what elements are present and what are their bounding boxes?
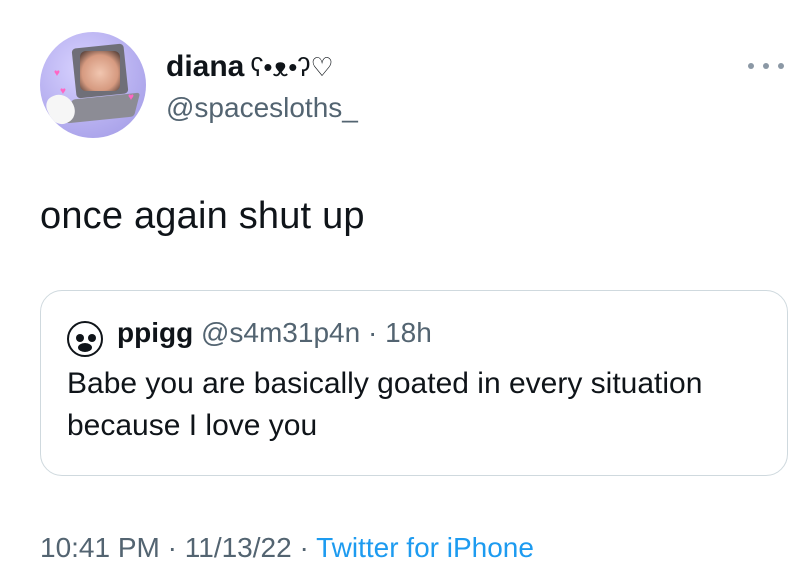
tweet-date[interactable]: 11/13/22 [185, 532, 292, 563]
tweet-card: ♥ ♥ ♥ diana ʕ•ᴥ•ʔ♡ @spacesloths_ once aga… [0, 0, 802, 586]
quoted-tweet[interactable]: ppigg @s4m31p4n · 18h Babe you are basic… [40, 290, 788, 476]
tweet-meta: 10:41 PM · 11/13/22 · Twitter for iPhone [40, 530, 534, 566]
author-name-text: diana [166, 50, 245, 83]
author-handle[interactable]: @spacesloths_ [166, 90, 358, 126]
quoted-text-line: Babe you are basically goated in every s… [67, 367, 703, 400]
tweet-time[interactable]: 10:41 PM [40, 532, 160, 563]
quoted-handle[interactable]: @s4m31p4n [201, 317, 360, 348]
heart-icon: ♥ [60, 86, 66, 97]
quoted-text: Babe you are basically goated in every s… [67, 363, 767, 447]
quoted-timestamp[interactable]: 18h [385, 317, 432, 348]
heart-icon: ♥ [128, 92, 134, 103]
separator: · [167, 532, 177, 563]
ellipsis-icon[interactable] [748, 58, 784, 74]
name-decoration: ʕ•ᴥ•ʔ♡ [250, 52, 334, 82]
pig-avatar-icon[interactable] [67, 321, 103, 357]
quoted-text-line: because I love you [67, 409, 318, 442]
separator: · [299, 532, 309, 563]
heart-icon: ♥ [54, 68, 60, 79]
author-avatar[interactable]: ♥ ♥ ♥ [40, 32, 146, 138]
tweet-text: once again shut up [40, 195, 365, 237]
quoted-display-name[interactable]: ppigg [117, 317, 193, 348]
separator: · [367, 317, 378, 348]
author-display-name[interactable]: diana ʕ•ᴥ•ʔ♡ [166, 48, 334, 86]
source-link[interactable]: Twitter for iPhone [316, 532, 534, 563]
avatar-face [80, 51, 120, 91]
quoted-header: ppigg @s4m31p4n · 18h [117, 315, 432, 351]
